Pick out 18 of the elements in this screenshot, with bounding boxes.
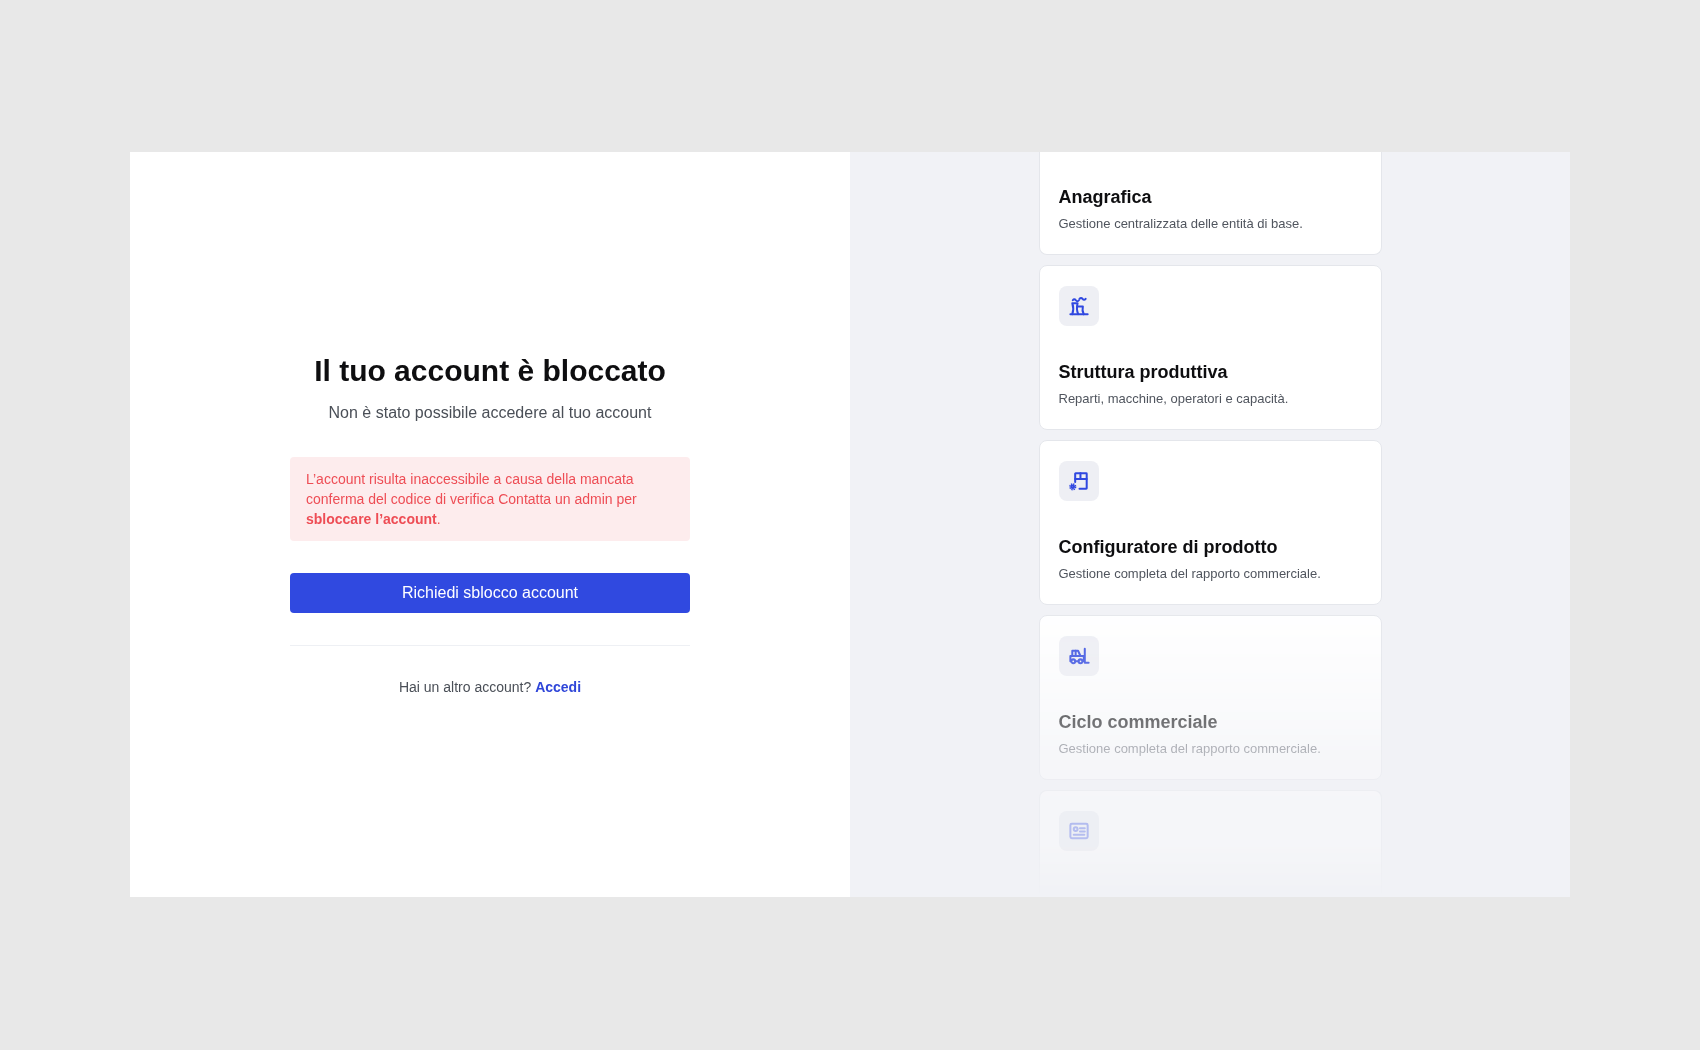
grid-gear-icon <box>1058 461 1099 501</box>
unlock-request-button[interactable]: Richiedi sblocco account <box>290 572 690 613</box>
login-link[interactable]: Accedi <box>535 678 582 695</box>
card-description: Gestione completa del rapporto commerciale. <box>1058 740 1321 758</box>
page-subtitle: Non è stato possibile accedere al tuo account <box>327 402 653 423</box>
account-prompt: Hai un altro account? Accedi <box>397 677 583 697</box>
card-title: Struttura produttiva <box>1058 361 1228 384</box>
card-title: Anagrafica <box>1058 186 1152 209</box>
card-description: Gestione centralizzata delle entità di base. <box>1058 215 1303 233</box>
page-title: Il tuo account è bloccato <box>313 352 667 389</box>
card-title: Ciclo commerciale <box>1058 711 1218 734</box>
factory-icon <box>1058 286 1099 326</box>
forklift-icon <box>1058 636 1099 676</box>
card-title: Configuratore di prodotto <box>1058 536 1278 559</box>
error-message: L’account risulta inaccessibile a causa della mancata conferma del codice di verifica Contatta un admin per sbloccare l’account. <box>290 456 690 541</box>
id-card-icon <box>1058 811 1099 851</box>
card-description: Gestione completa del rapporto commerciale. <box>1058 565 1321 583</box>
card-description: Reparti, macchine, operatori e capacità. <box>1058 390 1289 408</box>
